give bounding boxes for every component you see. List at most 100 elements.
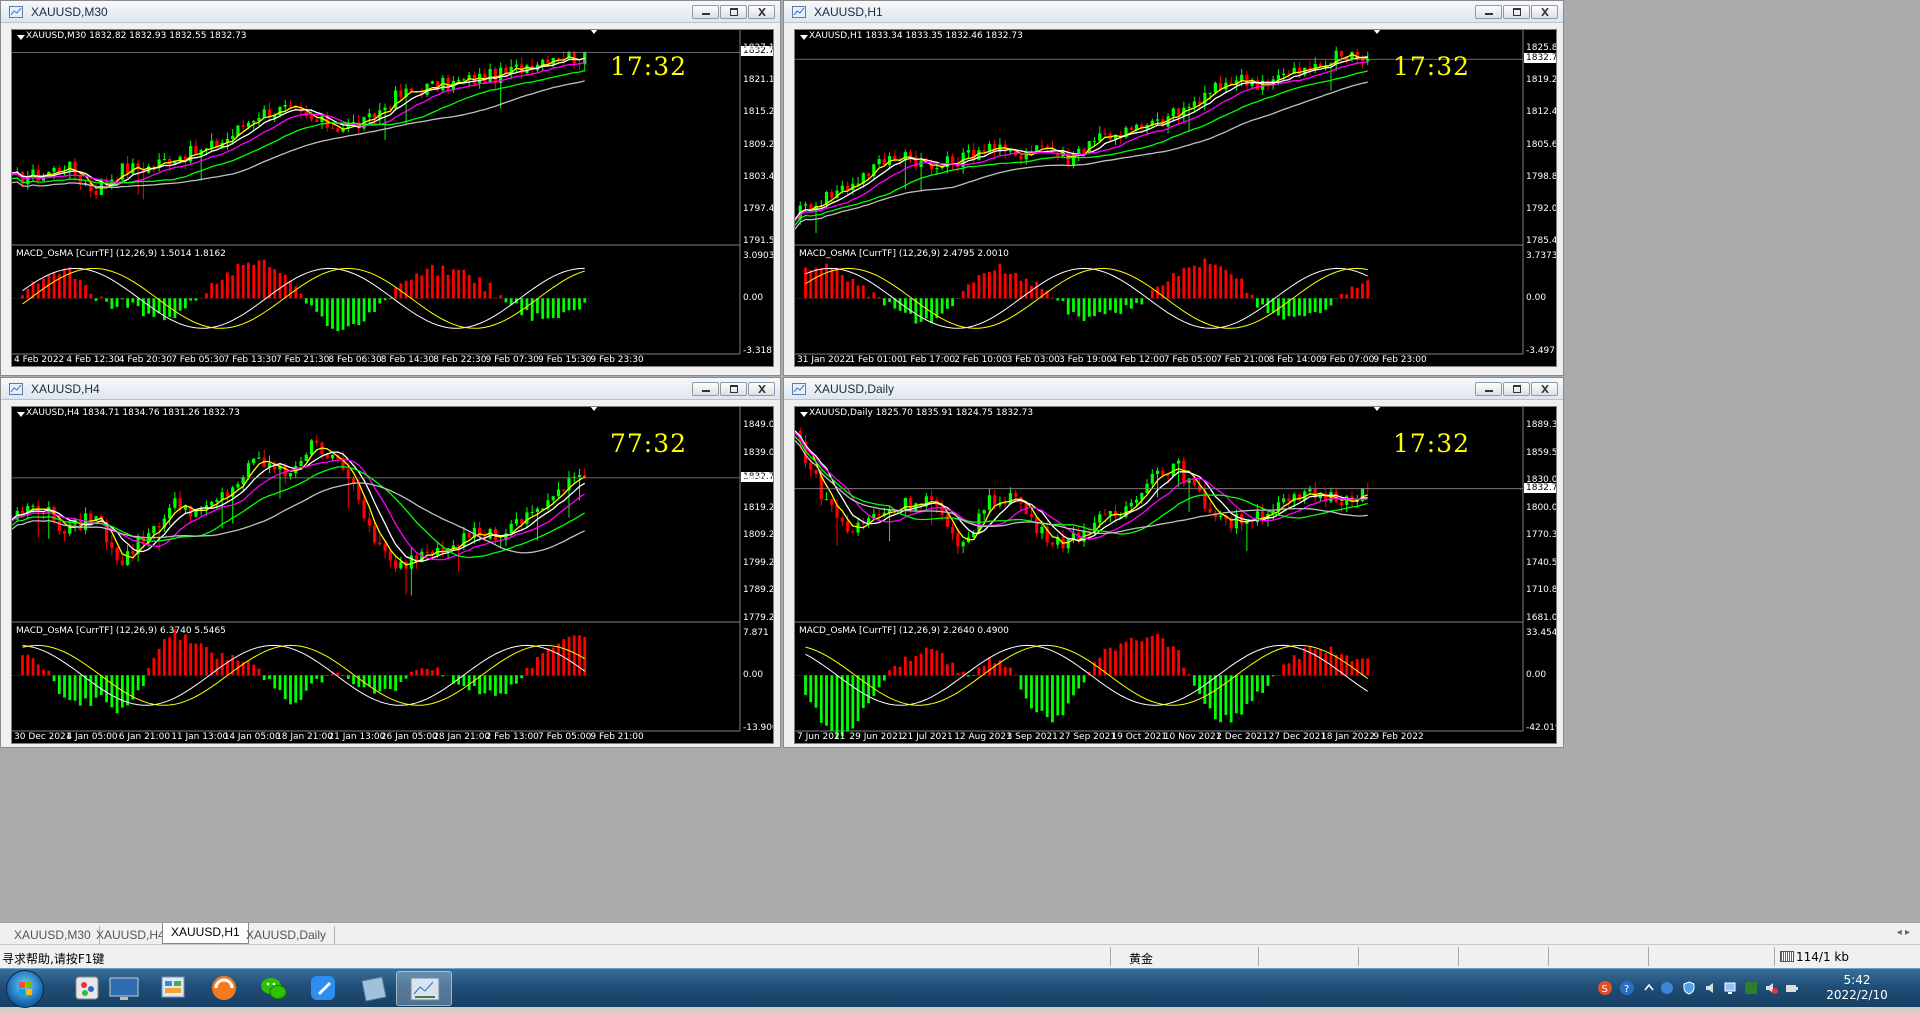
shield-icon[interactable]	[1682, 981, 1696, 995]
candle-body	[1151, 474, 1154, 484]
start-button[interactable]	[6, 970, 44, 1008]
window-titlebar[interactable]: XAUUSD,M30	[1, 1, 780, 23]
chart-window-m30[interactable]: XAUUSD,M30 XAUUSD,M30 1832.82 1832.93 18…	[0, 0, 781, 376]
macd-bar	[552, 298, 555, 318]
chart-canvas[interactable]: XAUUSD,M30 1832.82 1832.93 1832.55 1832.…	[11, 29, 774, 367]
price-scale-label: 1799.25	[743, 558, 774, 568]
macd-bar	[1109, 298, 1112, 310]
taskbar-app-control-panel[interactable]	[146, 971, 202, 1006]
taskbar-app-notes[interactable]	[296, 971, 352, 1006]
minimize-button[interactable]	[1475, 5, 1502, 19]
macd-bar	[1140, 641, 1143, 675]
maximize-button[interactable]	[1503, 5, 1530, 19]
macd-bar	[1020, 281, 1023, 299]
taskbar-app-desktop[interactable]	[96, 971, 152, 1006]
app-tray-icon[interactable]	[1744, 981, 1758, 995]
power-icon[interactable]	[1784, 981, 1798, 995]
macd-bar	[294, 675, 297, 702]
tray-arrow-icon[interactable]	[1642, 981, 1656, 995]
candle-body	[877, 159, 880, 164]
macd-bar	[526, 298, 529, 310]
maximize-button[interactable]	[720, 5, 747, 19]
metatrader-app: XAUUSD,M30 XAUUSD,M30 1832.82 1832.93 18…	[0, 0, 1920, 1007]
window-titlebar[interactable]: XAUUSD,H1	[784, 1, 1563, 23]
sogou-input-icon[interactable]: S	[1598, 981, 1612, 995]
macd-bar	[1330, 298, 1333, 305]
chart-window-h1[interactable]: XAUUSD,H1 XAUUSD,H1 1833.34 1833.35 1832…	[783, 0, 1564, 376]
macd-bar	[972, 282, 975, 298]
mute-icon[interactable]	[1764, 981, 1778, 995]
macd-bar	[163, 639, 166, 675]
minimize-button[interactable]	[692, 382, 719, 396]
maximize-button[interactable]	[1503, 382, 1530, 396]
candle-body	[242, 125, 245, 127]
tab-xauusd-m30[interactable]: XAUUSD,M30	[6, 926, 100, 944]
tab-xauusd-h1[interactable]: XAUUSD,H1	[162, 923, 249, 944]
candle-body	[194, 146, 197, 155]
candle-body	[1040, 527, 1043, 534]
price-scale-label: 1821.10	[743, 75, 774, 85]
macd-bar	[399, 675, 402, 682]
taskbar-app-wechat[interactable]	[246, 971, 302, 1006]
macd-bar	[137, 675, 140, 690]
macd-bar	[389, 298, 392, 299]
macd-bar	[294, 287, 297, 299]
status-symbol: 黄金	[1129, 950, 1153, 967]
volume-icon[interactable]	[1704, 981, 1718, 995]
time-scale-label: 9 Feb 2022	[1373, 732, 1423, 742]
svg-text:S: S	[1602, 984, 1608, 995]
macd-bar	[384, 675, 387, 689]
macd-bar	[231, 275, 234, 298]
tab-xauusd-daily[interactable]: XAUUSD,Daily	[238, 926, 335, 944]
price-scale-label: 1829.00	[743, 475, 774, 485]
close-button[interactable]	[1531, 382, 1558, 396]
candle-body	[904, 498, 907, 510]
taskbar-app-browser[interactable]	[196, 971, 252, 1006]
chat-icon[interactable]	[1660, 981, 1674, 995]
candle-body	[909, 498, 912, 510]
close-button[interactable]	[1531, 5, 1558, 19]
close-button[interactable]	[748, 5, 775, 19]
taskbar-app-explorer[interactable]	[346, 971, 402, 1006]
macd-bar	[830, 268, 833, 298]
macd-bar	[216, 659, 219, 676]
tab-scroll-arrows[interactable]: ◂ ▸	[1897, 927, 1910, 938]
minimize-button[interactable]	[692, 5, 719, 19]
tab-xauusd-h4[interactable]: XAUUSD,H4	[88, 926, 174, 944]
minimize-icon	[701, 8, 711, 16]
candle-body	[362, 500, 365, 519]
window-titlebar[interactable]: XAUUSD,Daily	[784, 378, 1563, 400]
candle-body	[951, 156, 954, 163]
network-icon[interactable]	[1724, 981, 1738, 995]
candle-body	[247, 463, 250, 477]
macd-indicator-label: MACD_OsMA [CurrTF] (12,26,9) 2.4795 2.00…	[799, 249, 1009, 259]
macd-bar	[310, 675, 313, 683]
chart-window-h4[interactable]: XAUUSD,H4 XAUUSD,H4 1834.71 1834.76 1831…	[0, 377, 781, 748]
window-titlebar[interactable]: XAUUSD,H4	[1, 378, 780, 400]
macd-bar	[32, 658, 35, 675]
chart-canvas[interactable]: XAUUSD,H4 1834.71 1834.76 1831.26 1832.7…	[11, 406, 774, 744]
macd-scale-label: 3.7373	[1526, 251, 1557, 261]
chart-canvas[interactable]: XAUUSD,Daily 1825.70 1835.91 1824.75 183…	[794, 406, 1557, 744]
macd-bar	[1130, 638, 1133, 675]
minimize-button[interactable]	[1475, 382, 1502, 396]
time-scale-label: 4 Jan 05:00	[66, 732, 117, 742]
candle-body	[210, 141, 213, 149]
macd-bar	[1245, 293, 1248, 298]
maximize-button[interactable]	[720, 382, 747, 396]
candle-body	[163, 159, 166, 160]
help-icon[interactable]: ?	[1620, 981, 1634, 995]
chart-window-daily[interactable]: XAUUSD,Daily XAUUSD,Daily 1825.70 1835.9…	[783, 377, 1564, 748]
ma-magenta-line	[12, 63, 585, 183]
macd-bar	[263, 260, 266, 299]
close-button[interactable]	[748, 382, 775, 396]
folder-icon	[346, 971, 402, 1006]
chart-canvas[interactable]: XAUUSD,H1 1833.34 1833.35 1832.46 1832.7…	[794, 29, 1557, 367]
svg-text:?: ?	[1624, 984, 1629, 995]
taskbar-app-metatrader[interactable]	[396, 971, 452, 1006]
candle-body	[946, 515, 949, 527]
macd-bar	[378, 675, 381, 691]
monitor-icon	[96, 971, 152, 1006]
ma-gray-line	[795, 441, 1368, 534]
taskbar-clock[interactable]: 5:42 2022/2/10	[1822, 973, 1892, 1003]
